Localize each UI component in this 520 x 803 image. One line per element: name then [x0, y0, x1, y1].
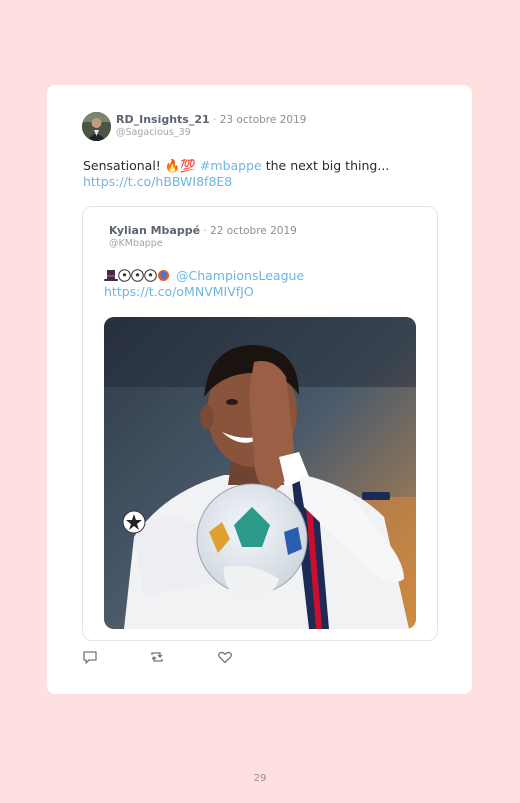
retweet-icon[interactable] — [149, 649, 165, 665]
avatar[interactable] — [82, 112, 111, 141]
tweet-body: Sensational! 🔥💯 #mbappe the next big thi… — [83, 158, 389, 174]
mention-link[interactable]: @ChampionsLeague — [176, 268, 304, 283]
tweet-card: RD_Insights_21 · 23 octobre 2019 @Sagaci… — [47, 85, 472, 694]
tweet-text-end: the next big thing... — [265, 158, 390, 173]
quoted-tweet-date[interactable]: 22 octobre 2019 — [210, 225, 297, 237]
tweet-text-start: Sensational! — [83, 158, 161, 173]
tweet-url-link[interactable]: https://t.co/hBBWI8f8E8 — [83, 174, 232, 189]
soccer-ball-icon — [118, 269, 131, 282]
reply-icon[interactable] — [82, 649, 98, 665]
hashtag-link[interactable]: #mbappe — [200, 158, 262, 173]
top-hat-icon — [104, 270, 118, 281]
separator: · — [213, 114, 217, 126]
soccer-ball-icon — [131, 269, 144, 282]
tweet-header: RD_Insights_21 · 23 octobre 2019 — [116, 113, 306, 126]
tweet-date[interactable]: 23 octobre 2019 — [220, 114, 307, 126]
quoted-tweet-url-link[interactable]: https://t.co/oMNVMIVfJO — [104, 284, 254, 299]
gem-icon — [158, 270, 169, 281]
quoted-tweet-body: @ChampionsLeague — [104, 268, 304, 283]
like-icon[interactable] — [217, 649, 233, 665]
quoted-author-name[interactable]: Kylian Mbappé — [109, 224, 200, 237]
author-name[interactable]: RD_Insights_21 — [116, 113, 210, 126]
author-handle[interactable]: @Sagacious_39 — [116, 127, 191, 138]
fire-hundred-emoji-icon: 🔥💯 — [164, 158, 196, 173]
tweet-actions — [82, 649, 233, 665]
quoted-author-handle[interactable]: @KMbappe — [109, 238, 163, 249]
quoted-tweet-photo[interactable] — [104, 317, 416, 629]
quoted-tweet-header: Kylian Mbappé · 22 octobre 2019 — [109, 224, 297, 237]
quoted-tweet[interactable]: Kylian Mbappé · 22 octobre 2019 @KMbappe — [82, 206, 438, 641]
emoji-group — [104, 269, 170, 282]
soccer-ball-icon — [144, 269, 157, 282]
separator: · — [203, 225, 207, 237]
page-number: 29 — [253, 773, 267, 784]
